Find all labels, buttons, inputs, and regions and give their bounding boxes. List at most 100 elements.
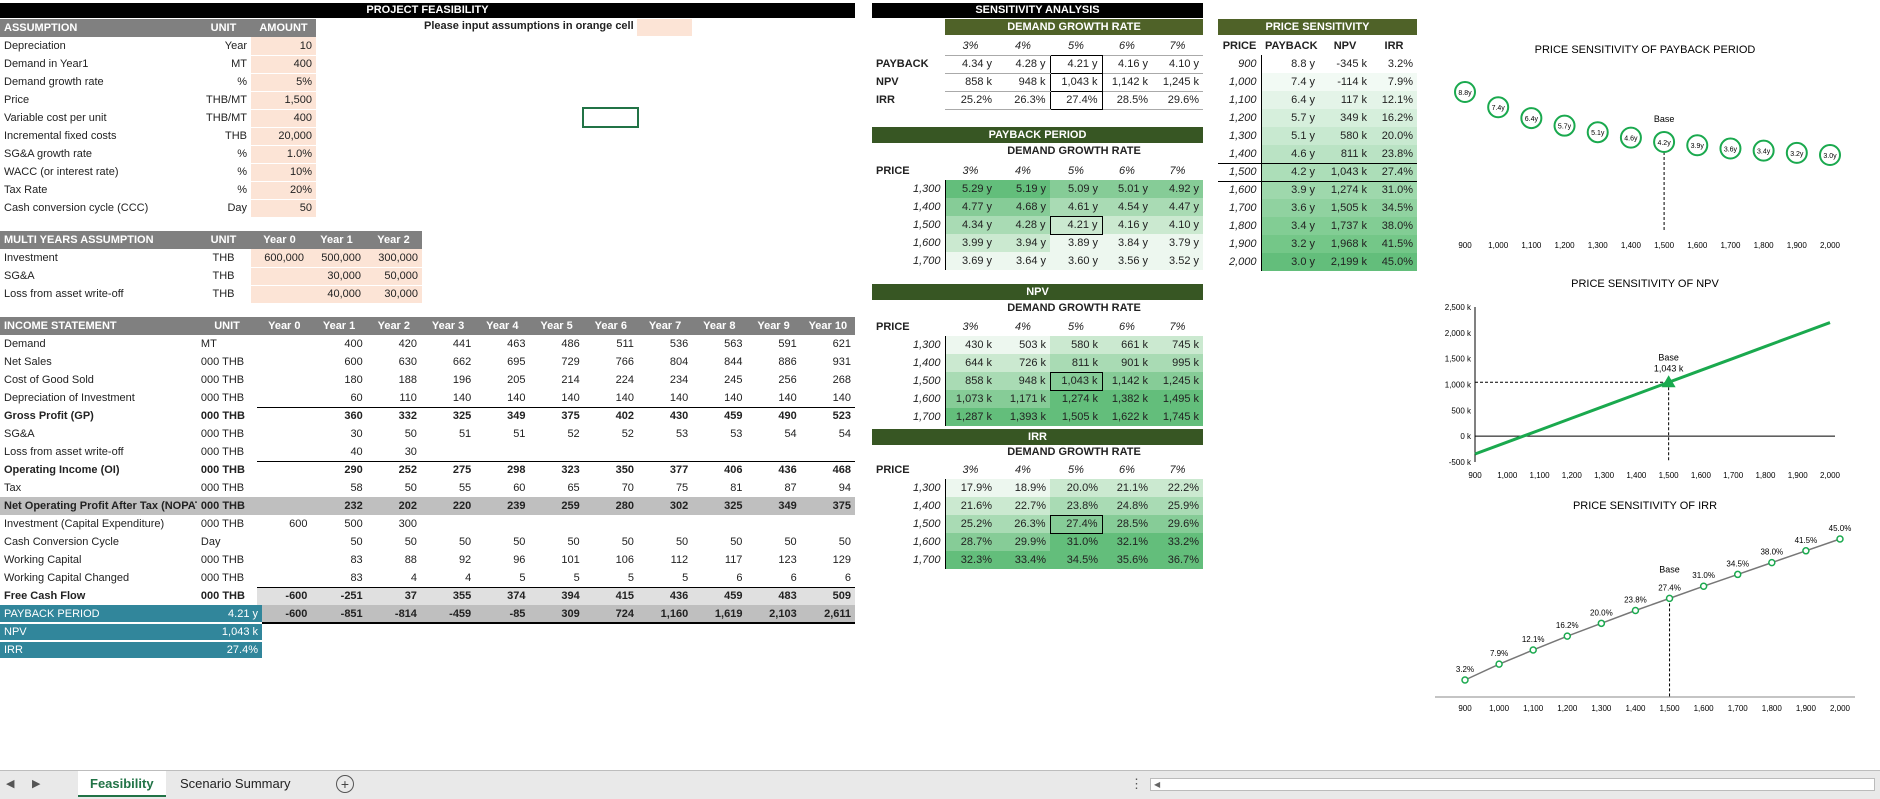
value-cell[interactable]: 000 THB	[197, 551, 257, 569]
input-cell[interactable]: 40,000	[308, 285, 365, 304]
value-cell[interactable]: 28.5%	[1102, 90, 1152, 110]
value-cell[interactable]	[257, 425, 311, 443]
rate-header[interactable]: 6%	[1102, 37, 1152, 55]
value-cell[interactable]: 28.7%	[945, 533, 996, 551]
value-cell[interactable]: 490	[746, 406, 801, 425]
value-cell[interactable]: 50	[421, 533, 475, 551]
price-cell[interactable]: 1,500	[872, 216, 946, 234]
rate-header[interactable]: 4%	[996, 318, 1050, 336]
unit-cell[interactable]: THB	[196, 127, 251, 145]
price-cell[interactable]: 900	[1218, 55, 1262, 73]
value-cell[interactable]: 844	[692, 353, 746, 371]
value-cell[interactable]: 83	[311, 569, 366, 587]
label-cell[interactable]: Free Cash Flow	[0, 587, 197, 605]
input-cell[interactable]	[251, 267, 308, 286]
value-cell[interactable]: -851	[311, 605, 367, 624]
header-cell[interactable]: NPV	[1319, 37, 1371, 55]
value-cell[interactable]: 140	[529, 389, 583, 407]
value-cell[interactable]: 1,505 k	[1319, 199, 1371, 217]
input-cell[interactable]: 50	[251, 199, 316, 218]
value-cell[interactable]: 50	[311, 533, 366, 551]
value-cell[interactable]: 92	[421, 551, 475, 569]
header-cell[interactable]: AMOUNT	[251, 19, 316, 37]
value-cell[interactable]: 4.34 y	[945, 54, 996, 74]
value-cell[interactable]: 1,171 k	[996, 390, 1050, 408]
value-cell[interactable]: 3.6 y	[1261, 199, 1319, 217]
value-cell[interactable]: 54	[746, 425, 800, 443]
value-cell[interactable]: 117 k	[1319, 91, 1371, 109]
price-cell[interactable]: 1,900	[1218, 235, 1262, 253]
value-cell[interactable]: 901 k	[1102, 354, 1152, 372]
value-cell[interactable]: 302	[637, 497, 693, 515]
value-cell[interactable]: 32.1%	[1102, 533, 1152, 551]
value-cell[interactable]	[257, 479, 311, 497]
value-cell[interactable]: 948 k	[996, 72, 1050, 92]
value-cell[interactable]: 24.8%	[1102, 497, 1152, 515]
input-cell[interactable]: 50,000	[365, 267, 422, 286]
value-cell[interactable]: 4.21 y	[1049, 54, 1103, 74]
value-cell[interactable]: 245	[692, 371, 746, 389]
value-cell[interactable]: 325	[420, 406, 476, 425]
value-cell[interactable]: 400	[311, 335, 366, 353]
label-cell[interactable]: SG&A	[0, 267, 196, 285]
label-cell[interactable]: Demand in Year1	[0, 55, 196, 73]
rate-header[interactable]: 4%	[996, 162, 1050, 180]
value-cell[interactable]: 25.2%	[945, 515, 996, 533]
summary-value[interactable]: 4.21 y	[196, 605, 262, 624]
value-cell[interactable]: 50	[746, 533, 800, 551]
price-cell[interactable]: 1,300	[872, 180, 946, 198]
value-cell[interactable]: 51	[475, 425, 529, 443]
value-cell[interactable]: 6.4 y	[1261, 91, 1319, 109]
value-cell[interactable]: 52	[529, 425, 583, 443]
rate-header[interactable]: 3%	[945, 162, 996, 180]
value-cell[interactable]	[801, 443, 855, 461]
value-cell[interactable]: -345 k	[1319, 55, 1371, 73]
value-cell[interactable]: Day	[197, 533, 257, 551]
label-cell[interactable]: IRR	[872, 91, 945, 109]
value-cell[interactable]: 290	[311, 460, 367, 479]
value-cell[interactable]: 32.3%	[945, 551, 996, 569]
price-cell[interactable]: 1,400	[872, 198, 946, 216]
tab-feasibility[interactable]: Feasibility	[78, 771, 166, 797]
value-cell[interactable]	[257, 497, 312, 515]
value-cell[interactable]: 3.4 y	[1261, 217, 1319, 235]
unit-cell[interactable]: %	[196, 181, 251, 199]
value-cell[interactable]: 52	[584, 425, 638, 443]
value-cell[interactable]: 600	[311, 353, 366, 371]
value-cell[interactable]: 5	[529, 569, 583, 587]
value-cell[interactable]: 3.99 y	[945, 234, 996, 252]
value-cell[interactable]: 23.8%	[1371, 145, 1417, 163]
tab-scenario-summary[interactable]: Scenario Summary	[168, 771, 303, 797]
value-cell[interactable]: 630	[367, 353, 421, 371]
value-cell[interactable]: 3.79 y	[1152, 234, 1203, 252]
value-cell[interactable]	[257, 569, 311, 587]
label-cell[interactable]: Gross Profit (GP)	[0, 407, 197, 425]
value-cell[interactable]: -814	[366, 605, 421, 624]
unit-cell[interactable]: THB/MT	[196, 91, 251, 109]
value-cell[interactable]: 29.6%	[1152, 90, 1203, 110]
value-cell[interactable]: 28.5%	[1102, 515, 1152, 533]
header-cell[interactable]: Year 7	[637, 317, 693, 335]
value-cell[interactable]: 58	[311, 479, 366, 497]
value-cell[interactable]: 18.9%	[996, 479, 1050, 497]
header-cell[interactable]: MULTI YEARS ASSUMPTION	[0, 231, 196, 249]
value-cell[interactable]: 766	[584, 353, 638, 371]
value-cell[interactable]: 1,142 k	[1102, 72, 1152, 92]
value-cell[interactable]: 745 k	[1152, 336, 1203, 354]
value-cell[interactable]: 12.1%	[1371, 91, 1417, 109]
value-cell[interactable]: 34.5%	[1050, 551, 1102, 569]
value-cell[interactable]: 441	[421, 335, 475, 353]
value-cell[interactable]: 7.9%	[1371, 73, 1417, 91]
value-cell[interactable]: 459	[692, 406, 747, 425]
value-cell[interactable]: 2,199 k	[1319, 253, 1371, 271]
summary-label[interactable]: NPV	[0, 623, 196, 642]
value-cell[interactable]: 1,495 k	[1152, 390, 1203, 408]
label-cell[interactable]: Loss from asset write-off	[0, 285, 196, 303]
header-cell[interactable]: Year 4	[475, 317, 530, 335]
price-cell[interactable]: 1,300	[872, 336, 946, 354]
label-cell[interactable]: Depreciation of Investment	[0, 389, 197, 407]
label-cell[interactable]: SG&A growth rate	[0, 145, 196, 163]
value-cell[interactable]: 50	[367, 425, 421, 443]
header-cell[interactable]: Year 0	[251, 231, 308, 249]
value-cell[interactable]: 509	[800, 586, 855, 605]
